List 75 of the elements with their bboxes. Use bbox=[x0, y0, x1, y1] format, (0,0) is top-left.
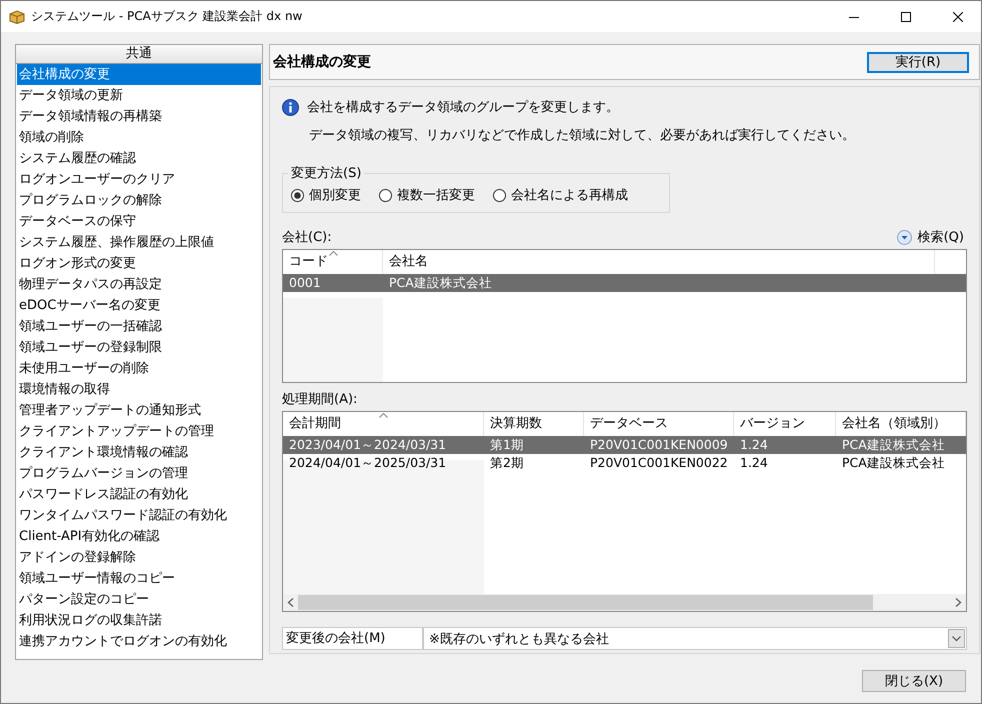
table-row[interactable]: 2024/04/01～2025/03/31 第2期 P20V01C001KEN0022 1.24 PCA建設株式会社 bbox=[283, 454, 966, 472]
group-label: 変更方法(S) bbox=[290, 165, 362, 182]
table-cell-text: 1.24 bbox=[739, 454, 769, 472]
table-cell-text: 0001 bbox=[288, 274, 322, 292]
horizontal-scrollbar[interactable] bbox=[283, 594, 966, 611]
sidebar-item[interactable]: 領域ユーザーの一括確認 bbox=[17, 316, 261, 337]
radio-button[interactable] bbox=[379, 188, 392, 202]
field-label: 処理期間(A): bbox=[282, 391, 358, 408]
sidebar-item[interactable]: 会社構成の変更 bbox=[17, 64, 261, 85]
sidebar-item[interactable]: 領域ユーザー情報のコピー bbox=[17, 568, 261, 589]
sidebar-item[interactable]: eDOCサーバー名の変更 bbox=[17, 295, 261, 316]
sidebar-item[interactable]: 領域の削除 bbox=[17, 127, 261, 148]
sidebar-item[interactable]: 物理データパスの再設定 bbox=[17, 274, 261, 295]
sort-caret-icon bbox=[329, 251, 338, 256]
close-icon[interactable] bbox=[953, 12, 963, 22]
sidebar-item[interactable]: 未使用ユーザーの削除 bbox=[17, 358, 261, 379]
table-cell-text: PCA建設株式会社 bbox=[841, 436, 946, 454]
radio-label[interactable]: 複数一括変更 bbox=[397, 186, 475, 204]
table-cell-text: 第1期 bbox=[489, 436, 525, 454]
run-button[interactable]: 実行(R) bbox=[867, 52, 969, 72]
sidebar-item[interactable]: パターン設定のコピー bbox=[17, 589, 261, 610]
info-text: データ領域の複写、リカバリなどで作成した領域に対して、必要があれば実行してください。 bbox=[308, 127, 856, 144]
sidebar-item[interactable]: ワンタイムパスワード認証の有効化 bbox=[17, 505, 261, 526]
sidebar-item[interactable]: クライアント環境情報の確認 bbox=[17, 442, 261, 463]
sidebar-item[interactable]: 連携アカウントでログオンの有効化 bbox=[17, 631, 261, 652]
sidebar-item[interactable]: データ領域情報の再構築 bbox=[17, 106, 261, 127]
sidebar-item[interactable]: プログラムロックの解除 bbox=[17, 190, 261, 211]
table-cell-text: PCA建設株式会社 bbox=[841, 454, 946, 472]
sidebar-item[interactable]: Client-API有効化の確認 bbox=[17, 526, 261, 547]
table-cell-text: 第2期 bbox=[489, 454, 525, 472]
company-dropdown[interactable]: ※既存のいずれとも異なる会社 bbox=[423, 627, 967, 650]
table-cell-text: PCA建設株式会社 bbox=[388, 274, 493, 292]
sort-caret-icon bbox=[379, 413, 388, 418]
sidebar-item[interactable]: 領域ユーザーの登録制限 bbox=[17, 337, 261, 358]
sidebar-item[interactable]: 環境情報の取得 bbox=[17, 379, 261, 400]
panel-title: 会社構成の変更 bbox=[273, 53, 371, 71]
sidebar-item[interactable]: 管理者アップデートの通知形式 bbox=[17, 400, 261, 421]
sidebar-item[interactable]: プログラムバージョンの管理 bbox=[17, 463, 261, 484]
box-icon bbox=[9, 10, 25, 24]
sidebar-item[interactable]: 利用状況ログの収集許諾 bbox=[17, 610, 261, 631]
window-title: システムツール - PCAサブスク 建設業会計 dx nw bbox=[31, 8, 304, 25]
table-cell-text: P20V01C001KEN0009 bbox=[589, 436, 729, 454]
maximize-icon[interactable] bbox=[901, 12, 911, 22]
scroll-left-icon[interactable] bbox=[287, 598, 294, 607]
radio-option[interactable]: 個別変更 bbox=[291, 186, 361, 204]
sidebar-item[interactable]: クライアントアップデートの管理 bbox=[17, 421, 261, 442]
sidebar-item[interactable]: ログオンユーザーのクリア bbox=[17, 169, 261, 190]
radio-button[interactable] bbox=[493, 188, 506, 202]
radio-button[interactable] bbox=[291, 188, 304, 202]
sidebar-item[interactable]: データ領域の更新 bbox=[17, 85, 261, 106]
table-row[interactable]: 2023/04/01～2024/03/31 第1期 P20V01C001KEN0009 1.24 PCA建設株式会社 bbox=[283, 436, 966, 454]
dropdown-circle-icon bbox=[896, 230, 912, 244]
field-label: 変更後の会社(M) bbox=[282, 627, 423, 650]
radio-label[interactable]: 個別変更 bbox=[309, 186, 361, 204]
scroll-right-icon[interactable] bbox=[955, 598, 962, 607]
sidebar-item[interactable]: アドインの登録解除 bbox=[17, 547, 261, 568]
info-icon bbox=[282, 98, 299, 116]
sidebar-item[interactable]: システム履歴、操作履歴の上限値 bbox=[17, 232, 261, 253]
close-dialog-button[interactable]: 閉じる(X) bbox=[862, 670, 966, 692]
data-table[interactable]: コード 会社名 0001 PCA建設株式会社 bbox=[282, 249, 967, 383]
sidebar-item[interactable]: ログオン形式の変更 bbox=[17, 253, 261, 274]
sidebar-header: 共通 bbox=[16, 45, 262, 64]
table-cell-text: P20V01C001KEN0022 bbox=[589, 454, 729, 472]
sidebar-item[interactable]: システム履歴の確認 bbox=[17, 148, 261, 169]
table-cell-text: 2023/04/01～2024/03/31 bbox=[288, 436, 448, 454]
radio-option[interactable]: 複数一括変更 bbox=[379, 186, 475, 204]
sidebar-item[interactable]: パスワードレス認証の有効化 bbox=[17, 484, 261, 505]
table-cell-text: 1.24 bbox=[739, 436, 769, 454]
data-table[interactable]: 会計期間 決算期数 データベース バージョン 会社名（領域別） 2023/04/01～2024/03/31 第1期 P20V01C001KEN0009 1.24 PCA建設株式会社 2024/04/01～2025/03/31 第2期 P20V01C001KEN0022 1.24 PCA建設株式会社 bbox=[282, 411, 967, 612]
field-label: 会社(C): bbox=[282, 229, 332, 246]
info-text: 会社を構成するデータ領域のグループを変更します。 bbox=[307, 99, 619, 116]
search-button[interactable]: 検索(Q) bbox=[896, 228, 967, 246]
table-cell-text: 2024/04/01～2025/03/31 bbox=[288, 454, 448, 472]
sidebar-item[interactable]: データベースの保守 bbox=[17, 211, 261, 232]
table-row[interactable]: 0001 PCA建設株式会社 bbox=[283, 274, 966, 292]
